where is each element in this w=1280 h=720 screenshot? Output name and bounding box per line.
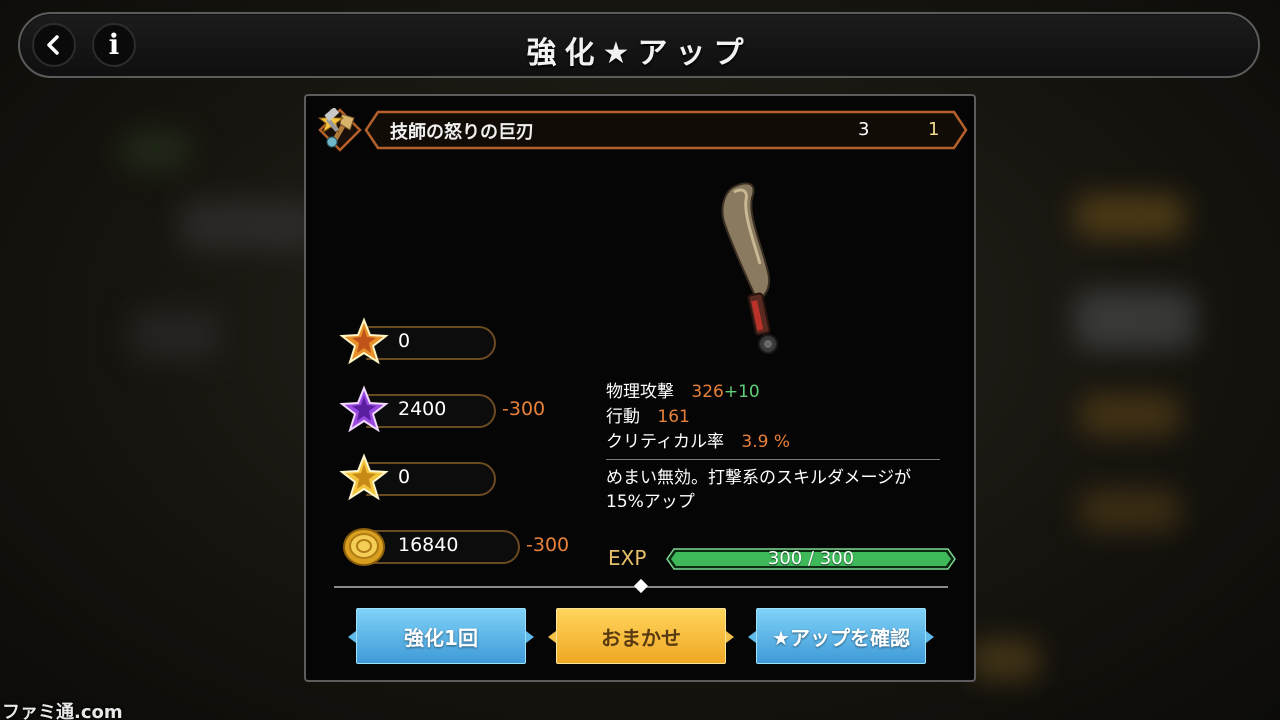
stat-value: 3.9 % xyxy=(741,432,790,452)
button-label: ★アップを確認 xyxy=(772,625,910,650)
purple-star-icon xyxy=(339,385,389,433)
hammer-icon xyxy=(324,108,339,132)
stat-value: 326 xyxy=(691,382,724,402)
item-name-bar: 技師の怒りの巨刃 3 1 xyxy=(318,108,970,152)
orange-star-icon xyxy=(339,317,389,365)
background-blur xyxy=(130,310,220,360)
background-blur xyxy=(1075,290,1195,350)
arrow-right-icon xyxy=(726,631,734,643)
top-header-bar: i 強化★アップ xyxy=(18,12,1260,78)
background-blur xyxy=(120,130,190,170)
gold-star-icon xyxy=(339,453,389,501)
rarity-count: 3 xyxy=(858,119,870,140)
item-name: 技師の怒りの巨刃 xyxy=(390,122,534,143)
confirm-star-up-button[interactable]: ★アップを確認 xyxy=(748,608,934,664)
resource-delta: -300 xyxy=(526,534,570,556)
stat-action: 行動 161 xyxy=(606,405,946,430)
resource-value: 16840 xyxy=(398,534,459,556)
stat-label: クリティカル率 xyxy=(606,432,724,452)
stats-divider xyxy=(606,459,940,460)
background-blur xyxy=(180,200,320,250)
watermark-logo: ファミ通.com xyxy=(2,702,123,720)
stat-label: 物理攻撃 xyxy=(606,382,674,402)
page-title: 強化★アップ xyxy=(526,36,752,71)
stat-attack: 物理攻撃 326+10 xyxy=(606,380,946,405)
button-label: おまかせ xyxy=(601,625,681,650)
auto-select-button[interactable]: おまかせ xyxy=(548,608,734,664)
gold-coin-icon xyxy=(343,528,385,566)
exp-text: 300 / 300 xyxy=(767,548,855,569)
background-blur xyxy=(1080,490,1180,530)
item-description: めまい無効。打撃系のスキルダメージが15%アップ xyxy=(606,468,912,512)
stats-block: 物理攻撃 326+10 行動 161 クリティカル率 3.9 % xyxy=(606,380,946,455)
resource-value: 0 xyxy=(398,330,411,352)
arrow-left-icon xyxy=(348,631,356,643)
weapon-sword-image xyxy=(721,182,778,354)
arrow-left-icon xyxy=(548,631,556,643)
divider-diamond xyxy=(633,578,649,594)
enhance-once-button[interactable]: 強化1回 xyxy=(348,608,534,664)
enhance-panel: 技師の怒りの巨刃 3 1 0 2400 -300 0 16840 -300 物理… xyxy=(304,94,976,682)
stat-value: 161 xyxy=(657,407,690,427)
exp-label: EXP xyxy=(608,546,647,570)
button-label: 強化1回 xyxy=(404,625,478,650)
resource-value: 0 xyxy=(398,466,411,488)
arrow-right-icon xyxy=(526,631,534,643)
stat-label: 行動 xyxy=(606,407,640,427)
exp-progress-bar: 300 / 300 xyxy=(666,548,956,570)
background-blur xyxy=(970,640,1040,680)
stat-bonus: +10 xyxy=(723,382,760,402)
arrow-right-icon xyxy=(926,631,934,643)
resource-value: 2400 xyxy=(398,398,447,420)
arrow-left-icon xyxy=(748,631,756,643)
background-blur xyxy=(1075,195,1185,237)
resource-delta: -300 xyxy=(502,398,546,420)
background-blur xyxy=(1080,395,1180,435)
level-count: 1 xyxy=(928,119,940,140)
stat-crit: クリティカル率 3.9 % xyxy=(606,430,946,455)
